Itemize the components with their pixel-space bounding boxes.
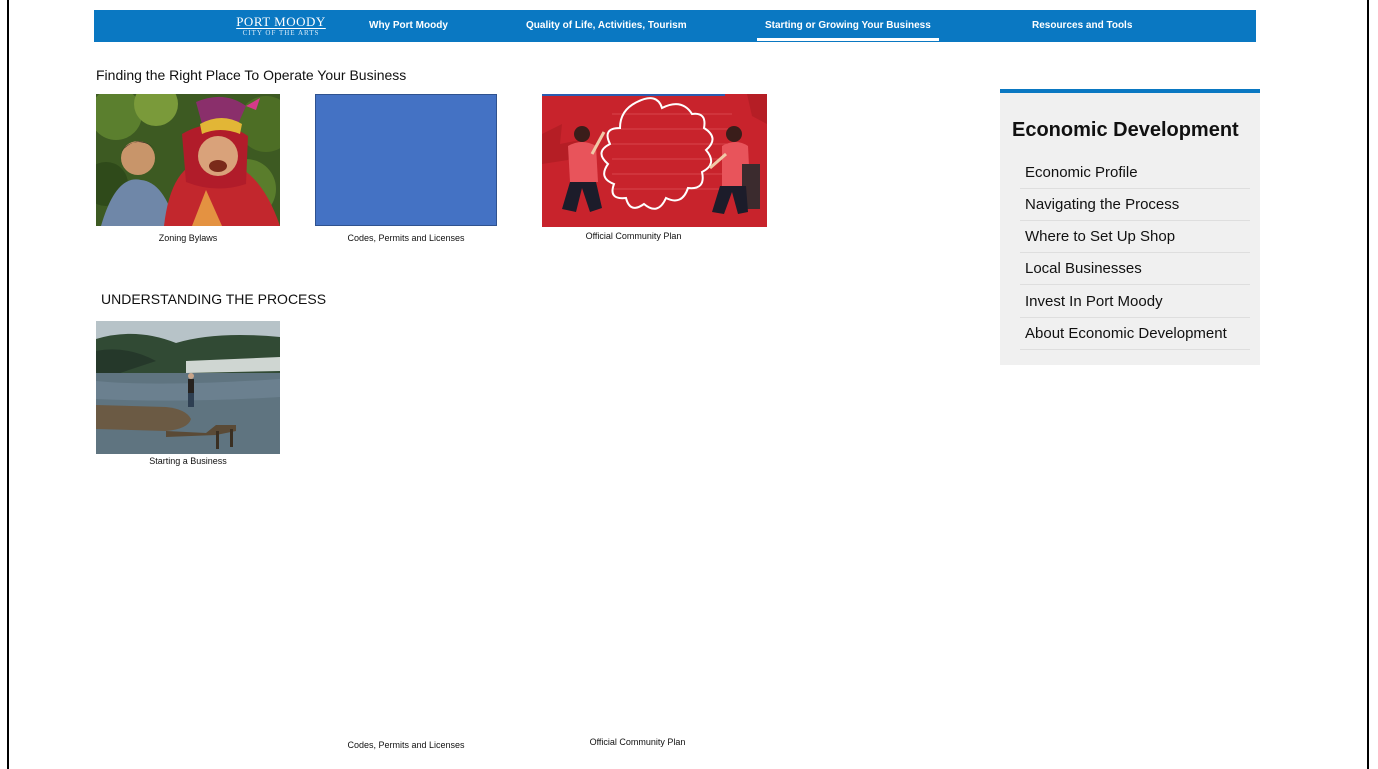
nav-link-resources-tools[interactable]: Resources and Tools [1032, 20, 1132, 31]
community-plan-illustration [542, 94, 767, 227]
lake-photo [96, 321, 280, 454]
section-title-finding-place: Finding the Right Place To Operate Your … [96, 67, 407, 83]
sidebar-item-navigating-process[interactable]: Navigating the Process [1020, 189, 1250, 221]
nav-link-why-port-moody[interactable]: Why Port Moody [369, 20, 448, 31]
economic-development-sidebar: Economic Development Economic Profile Na… [1000, 89, 1260, 365]
caption-codes-permits[interactable]: Codes, Permits and Licenses [315, 233, 497, 243]
nav-link-quality-of-life[interactable]: Quality of Life, Activities, Tourism [526, 20, 687, 31]
sidebar-item-where-set-up-shop[interactable]: Where to Set Up Shop [1020, 221, 1250, 253]
sidebar-item-economic-profile[interactable]: Economic Profile [1020, 157, 1250, 189]
sidebar-title: Economic Development [1012, 119, 1239, 141]
sidebar-item-invest-port-moody[interactable]: Invest In Port Moody [1020, 286, 1250, 318]
starting-business-image[interactable] [96, 321, 280, 454]
top-navigation-bar: PORT MOODY CITY OF THE ARTS Why Port Moo… [94, 10, 1256, 42]
caption-starting-business[interactable]: Starting a Business [96, 456, 280, 466]
festival-photo [96, 94, 280, 226]
port-moody-logo[interactable]: PORT MOODY CITY OF THE ARTS [227, 15, 335, 37]
official-community-plan-image[interactable] [542, 94, 767, 227]
nav-link-starting-business[interactable]: Starting or Growing Your Business [757, 20, 939, 41]
codes-permits-image-placeholder[interactable] [315, 94, 497, 226]
logo-title: PORT MOODY [236, 14, 326, 29]
sidebar-item-about-economic-development[interactable]: About Economic Development [1020, 318, 1250, 350]
caption-official-community-plan[interactable]: Official Community Plan [542, 231, 725, 241]
caption-zoning-bylaws[interactable]: Zoning Bylaws [96, 233, 280, 243]
caption-community-plan-bottom[interactable]: Official Community Plan [546, 737, 729, 747]
sidebar-item-local-businesses[interactable]: Local Businesses [1020, 253, 1250, 285]
section-title-understanding-process: UNDERSTANDING THE PROCESS [101, 291, 327, 307]
zoning-bylaws-image[interactable] [96, 94, 280, 226]
caption-codes-permits-bottom[interactable]: Codes, Permits and Licenses [315, 740, 497, 750]
logo-tagline: CITY OF THE ARTS [242, 29, 320, 37]
